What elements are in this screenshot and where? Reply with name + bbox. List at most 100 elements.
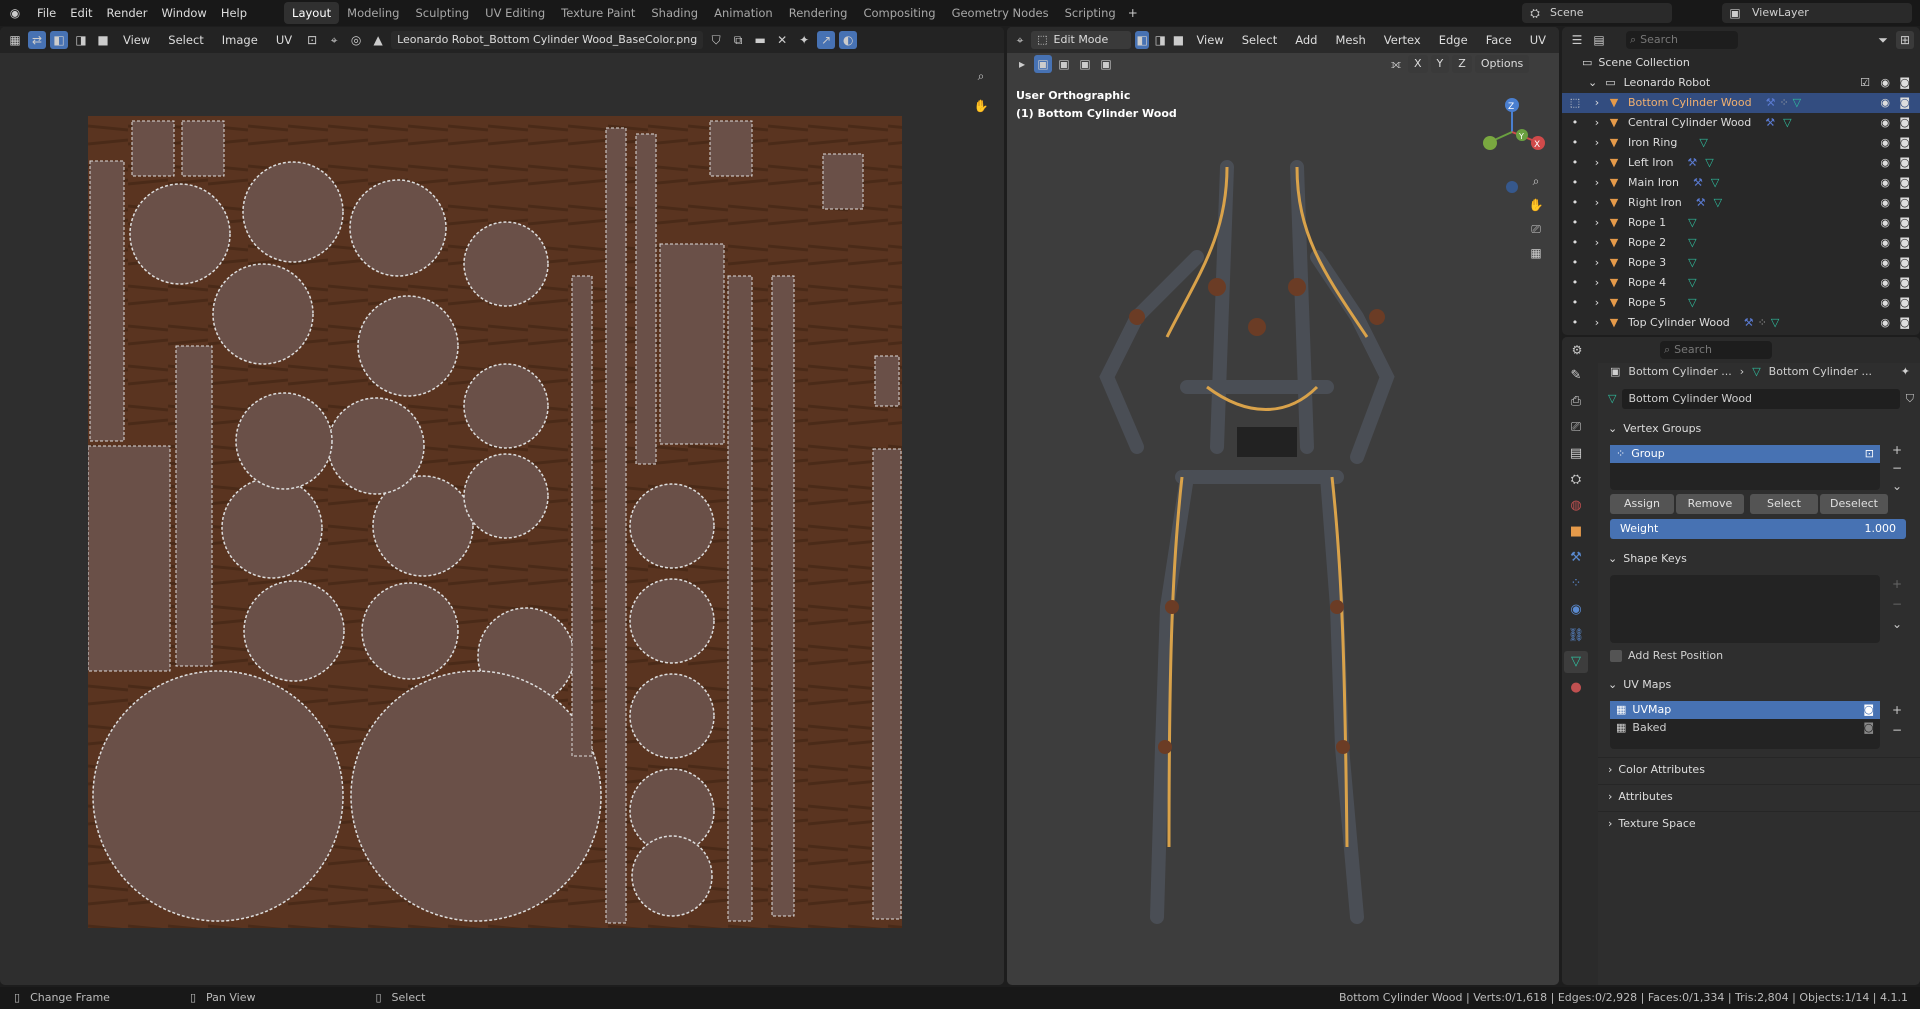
assign-button[interactable]: Assign [1610, 494, 1674, 514]
tab-scripting[interactable]: Scripting [1057, 2, 1124, 24]
object-name[interactable]: Iron Ring [1628, 136, 1677, 150]
render-camera-icon[interactable]: ◙ [1899, 236, 1910, 250]
object-name[interactable]: Main Iron [1628, 176, 1679, 190]
fake-user-icon[interactable]: ⛉ [707, 31, 725, 49]
dot-icon[interactable]: • [1562, 156, 1588, 170]
texture-space-header[interactable]: › Texture Space [1598, 811, 1920, 835]
lock-icon[interactable]: ⊡ [1865, 447, 1874, 461]
tab-texture-paint[interactable]: Texture Paint [553, 2, 643, 24]
proportional-edit-icon[interactable]: ◎ [347, 31, 365, 49]
mesh-data-icon[interactable]: ▽ [1714, 196, 1722, 210]
object-name[interactable]: Top Cylinder Wood [1628, 316, 1730, 330]
tab-animation[interactable]: Animation [706, 2, 781, 24]
uv-menu-uv[interactable]: UV [269, 33, 299, 47]
shape-keys-header[interactable]: ⌄ Shape Keys [1598, 547, 1920, 571]
filter-icon[interactable]: ⏷ [1874, 31, 1892, 49]
visibility-eye-icon[interactable]: ◉ [1880, 96, 1890, 110]
modifier-tab-icon[interactable]: ⚒ [1564, 547, 1588, 569]
vp-menu-mesh[interactable]: Mesh [1328, 33, 1372, 47]
expand-chevron-icon[interactable]: › [1588, 236, 1606, 250]
modifier-wrench-icon[interactable]: ⚒ [1693, 176, 1703, 190]
fake-user-icon[interactable]: ⛉ [1906, 392, 1914, 406]
color-attributes-header[interactable]: › Color Attributes [1598, 757, 1920, 781]
mesh-data-icon[interactable]: ▽ [1688, 216, 1696, 230]
visibility-eye-icon[interactable]: ◉ [1880, 136, 1890, 150]
options-button[interactable]: Options [1474, 55, 1530, 73]
expand-chevron-icon[interactable]: › [1588, 276, 1606, 290]
vp-menu-view[interactable]: View [1189, 33, 1230, 47]
remove-icon[interactable]: − [1888, 595, 1906, 613]
dot-icon[interactable]: • [1562, 216, 1588, 230]
open-image-icon[interactable]: ▬ [751, 31, 769, 49]
duplicate-image-icon[interactable]: ⧉ [729, 31, 747, 49]
mesh-data-icon[interactable]: ▽ [1688, 276, 1696, 290]
mesh-data-icon[interactable]: ▽ [1699, 136, 1707, 150]
visibility-eye-icon[interactable]: ◉ [1880, 76, 1890, 90]
outliner-object-row[interactable]: • › ▼ Rope 2 ▽ ◉ ◙ [1562, 233, 1920, 253]
gizmo-toggle-icon[interactable]: ↗ [817, 31, 836, 49]
robot-model[interactable] [1077, 147, 1457, 947]
output-tab-icon[interactable]: ⎚ [1564, 417, 1588, 439]
render-camera-icon[interactable]: ◙ [1899, 136, 1910, 150]
outliner-object-row[interactable]: • › ▼ Rope 3 ▽ ◉ ◙ [1562, 253, 1920, 273]
collapse-chevron-icon[interactable]: ⌄ [1588, 76, 1597, 90]
outliner-object-row[interactable]: • › ▼ Main Iron ⚒ ▽ ◉ ◙ [1562, 173, 1920, 193]
weight-slider[interactable]: Weight 1.000 [1610, 519, 1906, 539]
select-new-icon[interactable]: ▣ [1034, 55, 1052, 73]
render-camera-icon[interactable]: ◙ [1899, 316, 1910, 330]
mesh-data-icon[interactable]: ▽ [1688, 296, 1696, 310]
perspective-grid-icon[interactable]: ▦ [1527, 244, 1545, 262]
outliner-object-row[interactable]: • › ▼ Rope 1 ▽ ◉ ◙ [1562, 213, 1920, 233]
mesh-data-icon[interactable]: ▽ [1688, 256, 1696, 270]
mirror-x[interactable]: X [1408, 55, 1428, 73]
object-tab-icon[interactable]: ■ [1564, 521, 1588, 543]
new-collection-icon[interactable]: ⊞ [1896, 31, 1914, 49]
modifier-wrench-icon[interactable]: ⚒ [1696, 196, 1706, 210]
uv-menu-image[interactable]: Image [215, 33, 265, 47]
render-camera-icon[interactable]: ◙ [1899, 216, 1910, 230]
outliner-object-row[interactable]: • › ▼ Central Cylinder Wood ⚒ ▽ ◉ ◙ [1562, 113, 1920, 133]
dot-icon[interactable]: • [1562, 256, 1588, 270]
vertex-mode-icon[interactable]: ◧ [1135, 31, 1150, 49]
expand-chevron-icon[interactable]: › [1588, 296, 1606, 310]
snap-icon[interactable]: ⌖ [325, 31, 343, 49]
outliner-object-row[interactable]: • › ▼ Rope 5 ▽ ◉ ◙ [1562, 293, 1920, 313]
vertex-groups-header[interactable]: ⌄ Vertex Groups [1598, 417, 1920, 441]
edge-select-icon[interactable]: ◨ [72, 31, 90, 49]
shape-key-list[interactable] [1610, 575, 1880, 643]
mesh-data-icon[interactable]: ▽ [1771, 316, 1779, 330]
outliner-search-input[interactable]: ⌕ Search [1626, 31, 1738, 49]
add-rest-position-row[interactable]: Add Rest Position [1610, 649, 1723, 663]
deselect-button[interactable]: Deselect [1820, 494, 1888, 514]
outliner-object-row[interactable]: • › ▼ Iron Ring ▽ ◉ ◙ [1562, 133, 1920, 153]
edge-mode-icon[interactable]: ◨ [1153, 31, 1167, 49]
outliner-object-row[interactable]: • › ▼ Top Cylinder Wood ⚒ ⁘ ▽ ◉ ◙ [1562, 313, 1920, 333]
mesh-browse-icon[interactable]: ▽ [1608, 392, 1616, 406]
outliner-object-row[interactable]: • › ▼ Left Iron ⚒ ▽ ◉ ◙ [1562, 153, 1920, 173]
outliner-object-row[interactable]: • › ▼ Rope 4 ▽ ◉ ◙ [1562, 273, 1920, 293]
tab-uv-editing[interactable]: UV Editing [477, 2, 553, 24]
remove-button[interactable]: Remove [1676, 494, 1744, 514]
vertex-group-item[interactable]: ⁘ Group ⊡ [1610, 445, 1880, 463]
object-name[interactable]: Right Iron [1628, 196, 1682, 210]
vp-menu-face[interactable]: Face [1479, 33, 1519, 47]
camera-view-icon[interactable]: ⎚ [1527, 220, 1545, 238]
overlay-toggle-icon[interactable]: ◐ [839, 31, 858, 49]
unlink-image-icon[interactable]: ✕ [773, 31, 791, 49]
vertex-group-list[interactable]: ⁘ Group ⊡ [1610, 445, 1880, 490]
tab-rendering[interactable]: Rendering [781, 2, 856, 24]
uv-map-list[interactable]: ▦ UVMap ◙ ▦ Baked ◙ [1610, 701, 1880, 749]
dot-icon[interactable]: • [1562, 116, 1588, 130]
particles-tab-icon[interactable]: ⁘ [1564, 573, 1588, 595]
pan-hand-icon[interactable]: ✋ [972, 97, 990, 115]
remove-icon[interactable]: − [1888, 721, 1906, 739]
face-mode-icon[interactable]: ■ [1171, 31, 1185, 49]
image-browse-icon[interactable]: ▲ [369, 31, 387, 49]
tab-layout[interactable]: Layout [284, 2, 340, 24]
data-tab-icon[interactable]: ▽ [1564, 651, 1588, 673]
modifier-wrench-icon[interactable]: ⚒ [1744, 316, 1754, 330]
editor-type-icon[interactable]: ⚙ [1568, 341, 1586, 359]
pan-hand-icon[interactable]: ✋ [1527, 196, 1545, 214]
tab-geometry-nodes[interactable]: Geometry Nodes [944, 2, 1057, 24]
tab-compositing[interactable]: Compositing [855, 2, 943, 24]
